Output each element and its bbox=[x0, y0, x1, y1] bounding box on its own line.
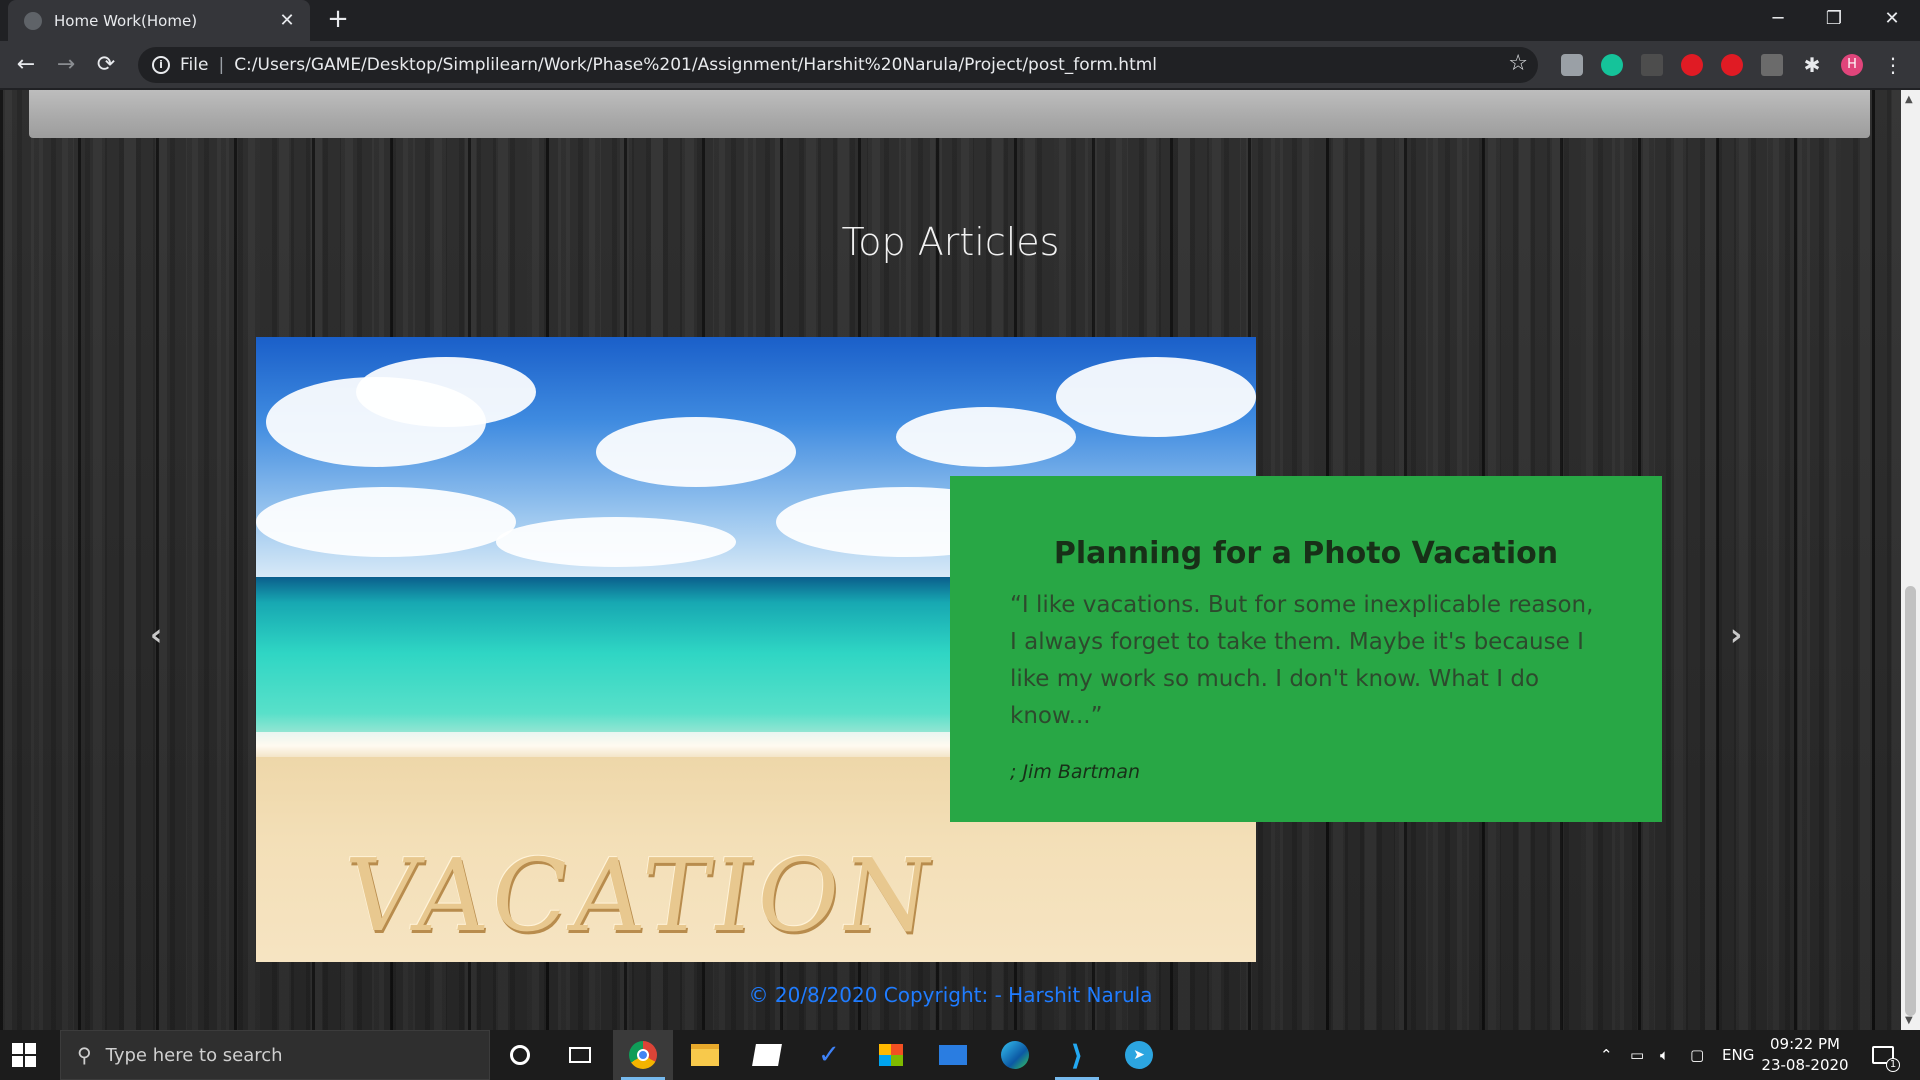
cube-extension-icon[interactable] bbox=[1641, 54, 1663, 76]
new-tab-button[interactable]: + bbox=[324, 6, 352, 34]
battery-icon[interactable]: ▭ bbox=[1630, 1030, 1644, 1080]
tab-strip: Home Work(Home) ✕ + ─ ❐ ✕ bbox=[0, 0, 1920, 41]
address-bar[interactable]: i File | C:/Users/GAME/Desktop/Simplilea… bbox=[138, 47, 1538, 83]
minimize-button[interactable]: ─ bbox=[1750, 0, 1806, 38]
browser-tab[interactable]: Home Work(Home) ✕ bbox=[8, 0, 310, 41]
back-button[interactable]: ← bbox=[10, 49, 42, 81]
clock-date: 23-08-2020 bbox=[1761, 1056, 1849, 1074]
taskbar-search[interactable]: ⚲ Type here to search bbox=[60, 1030, 490, 1080]
shield-extension-icon[interactable] bbox=[1561, 54, 1583, 76]
section-title: Top Articles bbox=[841, 220, 1060, 264]
cortana-icon[interactable] bbox=[490, 1030, 550, 1080]
kebab-menu-icon[interactable]: ⋮ bbox=[1882, 54, 1904, 76]
article-quote: “I like vacations. But for some inexplic… bbox=[1010, 592, 1594, 729]
translate-extension-icon[interactable] bbox=[1761, 54, 1783, 76]
info-icon[interactable]: i bbox=[152, 56, 170, 74]
search-icon: ⚲ bbox=[77, 1043, 92, 1067]
windows-taskbar: ⚲ Type here to search ✓ ⟩ ➤ ⌃ ▭ 🔈︎ ▢ ENG… bbox=[0, 1030, 1920, 1080]
carousel-prev-button[interactable]: ‹ bbox=[150, 618, 162, 653]
language-indicator[interactable]: ENG bbox=[1722, 1030, 1754, 1080]
scroll-down-icon[interactable]: ▼ bbox=[1905, 1015, 1913, 1026]
url-scheme: File bbox=[180, 55, 209, 75]
footer-copyright[interactable]: © 20/8/2020 Copyright: - Harshit Narula bbox=[0, 983, 1901, 1007]
profile-avatar[interactable]: H bbox=[1841, 54, 1863, 76]
page-scrollbar[interactable]: ▲ ▼ bbox=[1901, 90, 1920, 1030]
file-explorer-icon[interactable] bbox=[675, 1030, 735, 1080]
page-viewport: Top Articles VACATION Planning for a Pho… bbox=[0, 90, 1901, 1030]
tab-close-button[interactable]: ✕ bbox=[276, 10, 298, 31]
adblock-extension-icon[interactable] bbox=[1681, 54, 1703, 76]
bookmark-star-icon[interactable]: ☆ bbox=[1508, 51, 1528, 76]
scroll-up-icon[interactable]: ▲ bbox=[1905, 94, 1913, 105]
store-icon[interactable] bbox=[861, 1030, 921, 1080]
globe-icon bbox=[24, 11, 42, 30]
scrollbar-thumb[interactable] bbox=[1905, 586, 1916, 1016]
notifications-icon[interactable]: 1 bbox=[1872, 1030, 1900, 1080]
network-icon[interactable]: ▢ bbox=[1690, 1030, 1704, 1080]
article-caption: Planning for a Photo Vacation “I like va… bbox=[950, 476, 1662, 822]
sand-lettering: VACATION bbox=[337, 837, 943, 954]
forward-button[interactable]: → bbox=[50, 49, 82, 81]
puzzle-extensions-icon[interactable]: ✱ bbox=[1801, 54, 1823, 76]
clock-time: 09:22 PM bbox=[1770, 1035, 1840, 1053]
sticky-notes-icon[interactable] bbox=[737, 1030, 797, 1080]
browser-toolbar: ← → ⟳ i File | C:/Users/GAME/Desktop/Sim… bbox=[0, 41, 1920, 89]
notification-count: 1 bbox=[1886, 1058, 1900, 1072]
reload-button[interactable]: ⟳ bbox=[90, 49, 122, 81]
article-title[interactable]: Planning for a Photo Vacation bbox=[1010, 536, 1602, 571]
volume-icon[interactable]: 🔈︎ bbox=[1660, 1030, 1669, 1080]
taskbar-search-placeholder: Type here to search bbox=[105, 1044, 283, 1066]
task-view-icon[interactable] bbox=[550, 1030, 610, 1080]
edge-icon[interactable] bbox=[985, 1030, 1045, 1080]
todo-icon[interactable]: ✓ bbox=[799, 1030, 859, 1080]
tray-chevron-icon[interactable]: ⌃ bbox=[1600, 1030, 1613, 1080]
windows-start-icon[interactable] bbox=[12, 1043, 36, 1067]
chrome-taskbar-icon[interactable] bbox=[613, 1030, 673, 1080]
carousel-next-button[interactable]: › bbox=[1730, 618, 1742, 653]
taskbar-clock[interactable]: 09:22 PM 23-08-2020 bbox=[1760, 1034, 1850, 1076]
close-window-button[interactable]: ✕ bbox=[1864, 0, 1920, 38]
stop-extension-icon[interactable] bbox=[1721, 54, 1743, 76]
tab-title: Home Work(Home) bbox=[54, 11, 198, 30]
vscode-icon[interactable]: ⟩ bbox=[1047, 1030, 1107, 1080]
article-author: ; Jim Bartman bbox=[1010, 761, 1141, 783]
telegram-icon[interactable]: ➤ bbox=[1109, 1030, 1169, 1080]
top-panel bbox=[29, 90, 1870, 138]
mail-icon[interactable] bbox=[923, 1030, 983, 1080]
url-text: C:/Users/GAME/Desktop/Simplilearn/Work/P… bbox=[234, 55, 1158, 75]
restore-button[interactable]: ❐ bbox=[1806, 0, 1862, 38]
url-separator: | bbox=[218, 55, 225, 75]
grammarly-extension-icon[interactable] bbox=[1601, 54, 1623, 76]
